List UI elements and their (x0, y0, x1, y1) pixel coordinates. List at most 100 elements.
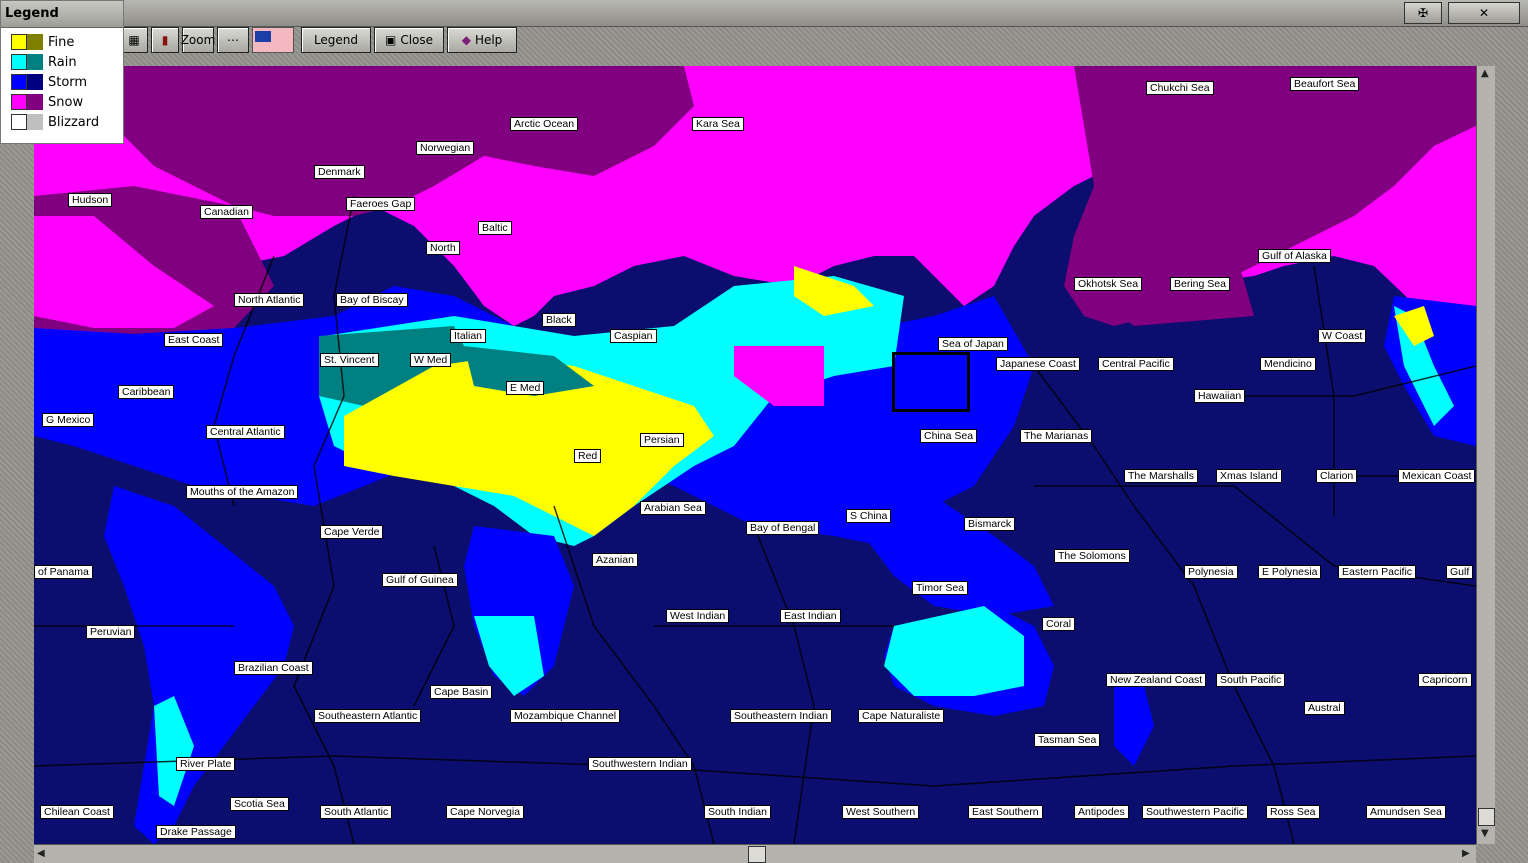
sea-zone-label[interactable]: The Marshalls (1124, 469, 1198, 483)
sea-zone-label[interactable]: North (426, 241, 460, 255)
map-selection-box[interactable] (892, 352, 970, 412)
sea-zone-label[interactable]: Norwegian (416, 141, 475, 155)
sea-zone-label[interactable]: The Solomons (1054, 549, 1130, 563)
sea-zone-label[interactable]: Austral (1304, 701, 1345, 715)
sea-zone-label[interactable]: Eastern Pacific (1338, 565, 1417, 579)
sea-zone-label[interactable]: Southeastern Indian (730, 709, 832, 723)
sea-zone-label[interactable]: Bay of Bengal (746, 521, 820, 535)
sea-zone-label[interactable]: Kara Sea (692, 117, 744, 131)
sea-zone-label[interactable]: Xmas Island (1216, 469, 1282, 483)
sea-zone-label[interactable]: Hudson (68, 193, 113, 207)
sea-zone-label[interactable]: China Sea (920, 429, 978, 443)
sea-zone-label[interactable]: Bering Sea (1170, 277, 1230, 291)
sea-zone-label[interactable]: Red (574, 449, 602, 463)
sea-zone-label[interactable]: South Atlantic (320, 805, 393, 819)
sea-zone-label[interactable]: Peruvian (86, 625, 136, 639)
sea-zone-label[interactable]: Polynesia (1184, 565, 1238, 579)
sea-zone-label[interactable]: Caribbean (118, 385, 175, 399)
sea-zone-label[interactable]: G Mexico (42, 413, 95, 427)
sea-zone-label[interactable]: South Pacific (1216, 673, 1286, 687)
vertical-scroll-thumb[interactable] (1478, 808, 1495, 826)
sea-zone-label[interactable]: E Med (506, 381, 545, 395)
sea-zone-label[interactable]: Cape Norvegia (446, 805, 525, 819)
sea-zone-label[interactable]: Canadian (200, 205, 253, 219)
sea-zone-label[interactable]: Okhotsk Sea (1074, 277, 1143, 291)
sea-zone-label[interactable]: Hawaiian (1194, 389, 1246, 403)
sea-zone-label[interactable]: Mendicino (1260, 357, 1316, 371)
horizontal-scrollbar[interactable]: ◀ ▶ (34, 844, 1476, 863)
sea-zone-label[interactable]: New Zealand Coast (1106, 673, 1207, 687)
sea-zone-label[interactable]: East Indian (780, 609, 841, 623)
zoom-button[interactable]: Zoom (181, 27, 215, 53)
sea-zone-label[interactable]: Beaufort Sea (1290, 77, 1360, 91)
sea-zone-label[interactable]: East Southern (968, 805, 1043, 819)
sea-zone-label[interactable]: Black (542, 313, 576, 327)
sea-zone-label[interactable]: St. Vincent (320, 353, 379, 367)
sea-zone-label[interactable]: Chukchi Sea (1146, 81, 1214, 95)
sea-zone-label[interactable]: Mexican Coast (1398, 469, 1476, 483)
sea-zone-label[interactable]: North Atlantic (234, 293, 305, 307)
map-icon-button[interactable]: ▦ (120, 27, 148, 53)
sea-zone-label[interactable]: Southeastern Atlantic (314, 709, 422, 723)
sea-zone-label[interactable]: Sea of Japan (938, 337, 1008, 351)
vertical-scrollbar[interactable]: ▲ ▼ (1476, 66, 1495, 844)
china-flag-icon[interactable] (252, 27, 294, 53)
sea-zone-label[interactable]: Arctic Ocean (510, 117, 579, 131)
sea-zone-label[interactable]: Central Atlantic (206, 425, 285, 439)
scroll-down-icon[interactable]: ▼ (1481, 828, 1489, 839)
sea-zone-label[interactable]: Bay of Biscay (336, 293, 408, 307)
close-window-button[interactable]: ✕ (1448, 2, 1520, 24)
weather-map[interactable]: Chukchi Sea Beaufort Sea Arctic Ocean Ka… (34, 66, 1476, 844)
sea-zone-label[interactable]: Scotia Sea (230, 797, 289, 811)
close-button[interactable]: ▣ Close (374, 27, 444, 53)
sea-zone-label[interactable]: Bismarck (964, 517, 1016, 531)
sea-zone-label[interactable]: The Marianas (1020, 429, 1093, 443)
sea-zone-label[interactable]: East Coast (164, 333, 224, 347)
sea-zone-label[interactable]: Tasman Sea (1034, 733, 1101, 747)
sea-zone-label[interactable]: Central Pacific (1098, 357, 1174, 371)
sea-zone-label[interactable]: Coral (1042, 617, 1076, 631)
scroll-left-icon[interactable]: ◀ (37, 848, 45, 859)
sea-zone-label[interactable]: Chilean Coast (40, 805, 114, 819)
sea-zone-label[interactable]: Arabian Sea (640, 501, 706, 515)
sea-zone-label[interactable]: Caspian (610, 329, 657, 343)
sea-zone-label[interactable]: Clarion (1316, 469, 1358, 483)
sea-zone-label[interactable]: Mouths of the Amazon (186, 485, 299, 499)
sea-zone-label[interactable]: Drake Passage (156, 825, 236, 839)
sea-zone-label[interactable]: Southwestern Pacific (1142, 805, 1249, 819)
sea-zone-label[interactable]: Antipodes (1074, 805, 1129, 819)
sea-zone-label[interactable]: Timor Sea (912, 581, 969, 595)
sea-zone-label[interactable]: Brazilian Coast (234, 661, 313, 675)
sea-zone-label[interactable]: Gulf of Alaska (1258, 249, 1331, 263)
legend-button[interactable]: Legend (301, 27, 371, 53)
sea-zone-label[interactable]: Southwestern Indian (588, 757, 692, 771)
horizontal-scroll-thumb[interactable] (748, 846, 766, 863)
sea-zone-label[interactable]: Capricorn (1418, 673, 1472, 687)
sea-zone-label[interactable]: Cape Verde (320, 525, 384, 539)
sea-zone-label[interactable]: Cape Naturaliste (858, 709, 945, 723)
sea-zone-label[interactable]: E Polynesia (1258, 565, 1322, 579)
sea-zone-label[interactable]: W Coast (1318, 329, 1367, 343)
sea-zone-label[interactable]: Cape Basin (430, 685, 493, 699)
sea-zone-label[interactable]: S China (846, 509, 892, 523)
scroll-up-icon[interactable]: ▲ (1481, 68, 1489, 79)
sea-zone-label[interactable]: of Panama (34, 565, 93, 579)
sea-zone-label[interactable]: Gulf (1446, 565, 1474, 579)
sea-zone-label[interactable]: Denmark (314, 165, 365, 179)
sea-zone-label[interactable]: Ross Sea (1266, 805, 1320, 819)
sea-zone-label[interactable]: Amundsen Sea (1366, 805, 1446, 819)
sea-zone-label[interactable]: West Indian (666, 609, 730, 623)
sea-zone-label[interactable]: South Indian (704, 805, 771, 819)
tower-icon-button[interactable]: ▮ (151, 27, 179, 53)
sea-zone-label[interactable]: West Southern (842, 805, 920, 819)
sea-zone-label[interactable]: Faeroes Gap (346, 197, 416, 211)
sea-zone-label[interactable]: Azanian (592, 553, 638, 567)
sea-zone-label[interactable]: Japanese Coast (996, 357, 1080, 371)
sea-zone-label[interactable]: Gulf of Guinea (382, 573, 458, 587)
sea-zone-label[interactable]: Persian (640, 433, 684, 447)
help-button[interactable]: ◆ Help (447, 27, 517, 53)
sea-zone-label[interactable]: Mozambique Channel (510, 709, 621, 723)
scroll-right-icon[interactable]: ▶ (1462, 848, 1470, 859)
sea-zone-label[interactable]: River Plate (176, 757, 236, 771)
sea-zone-label[interactable]: W Med (410, 353, 452, 367)
